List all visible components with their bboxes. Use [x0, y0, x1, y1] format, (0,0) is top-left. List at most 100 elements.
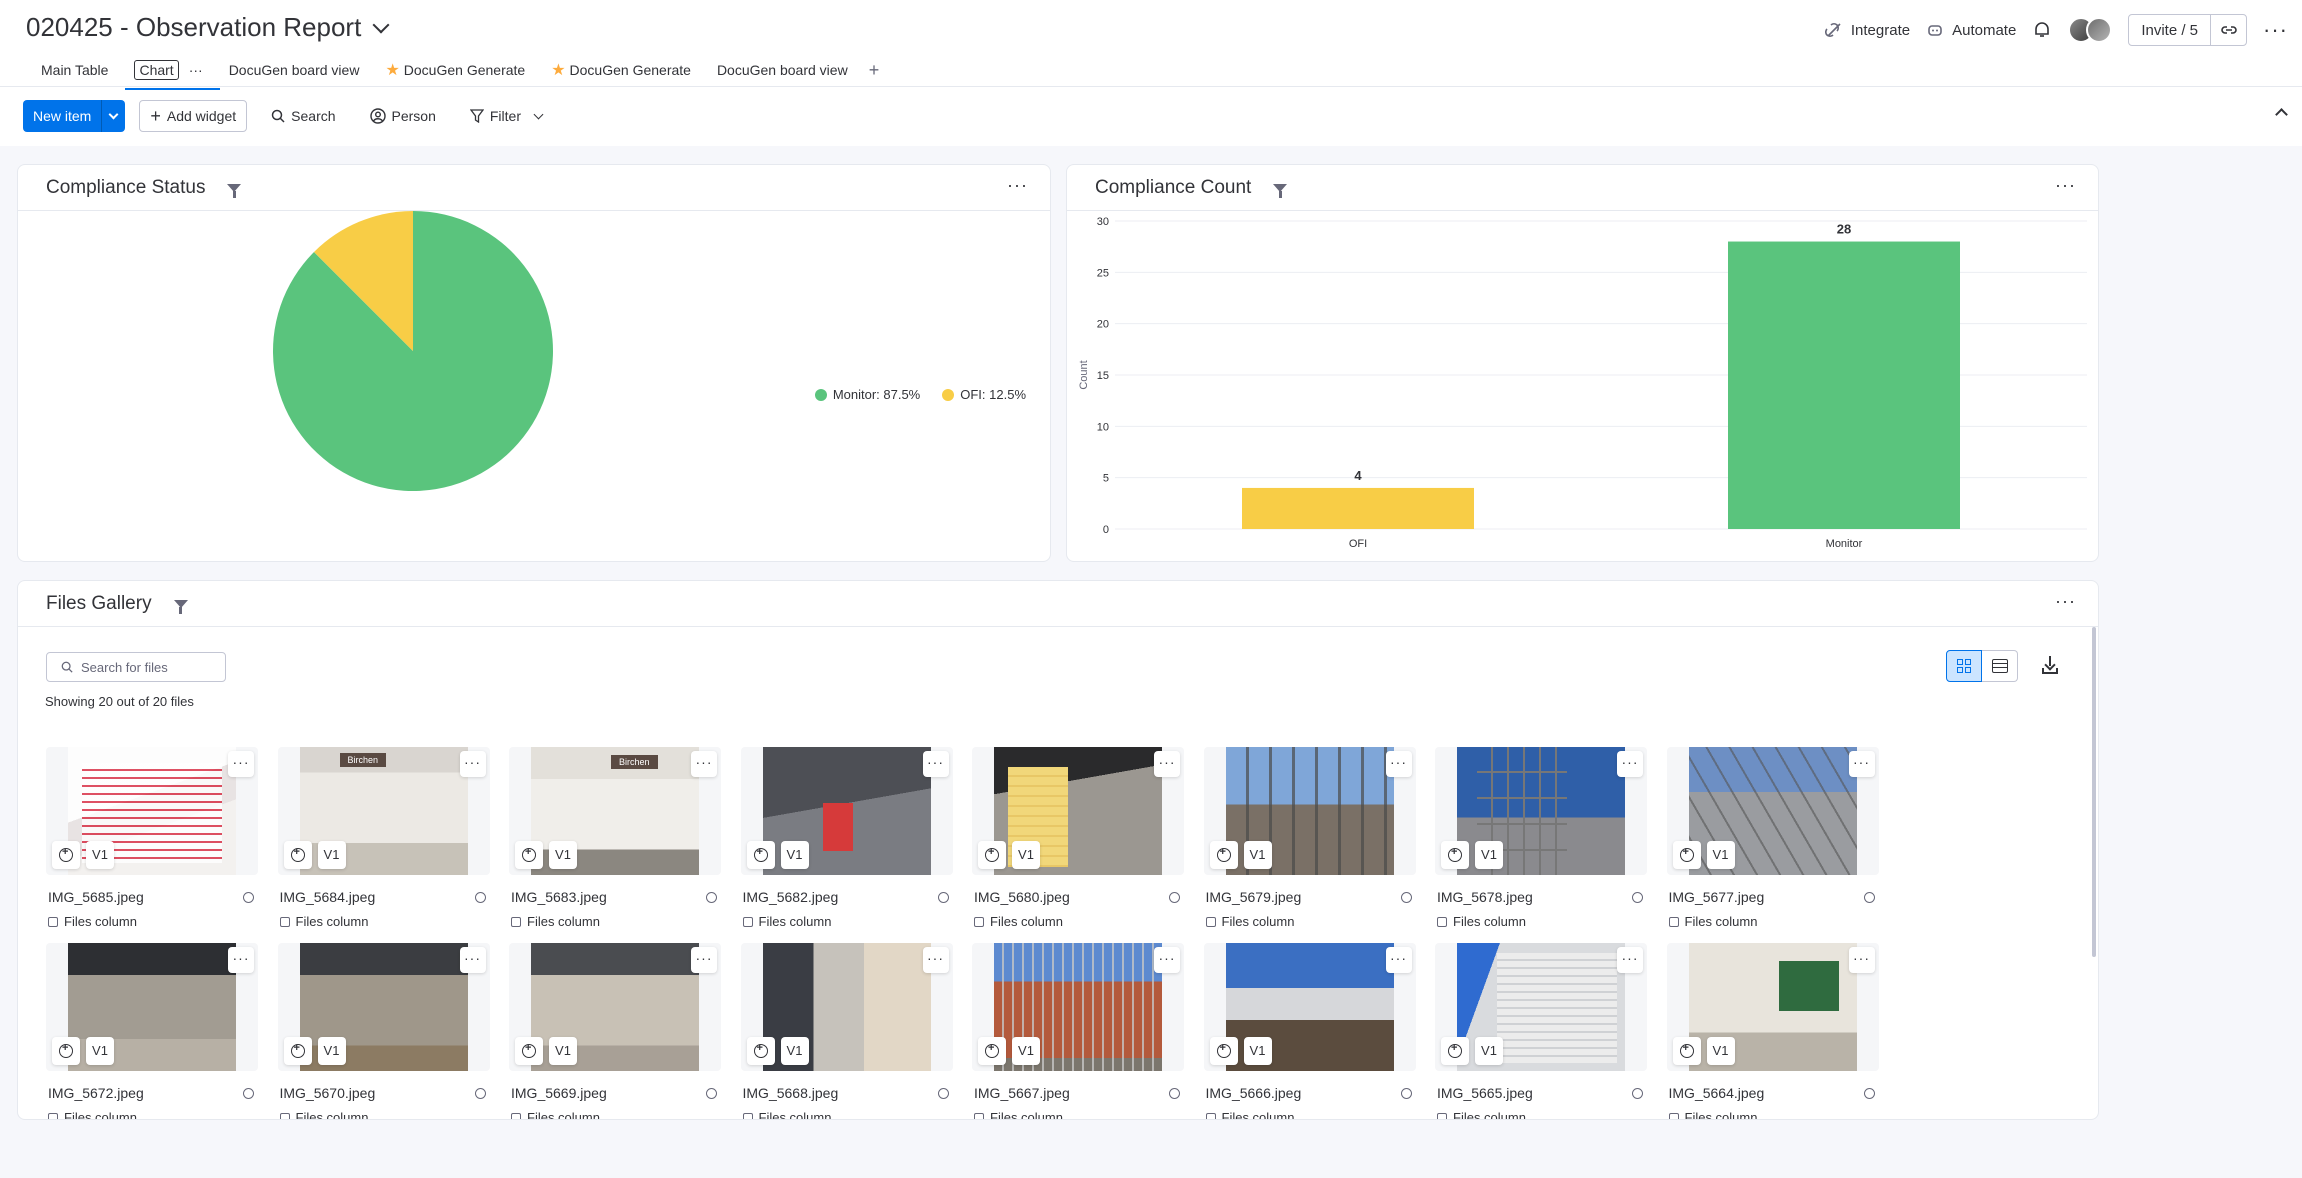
version-badge[interactable]: V1 [1012, 1037, 1040, 1065]
file-name[interactable]: IMG_5672.jpeg [48, 1085, 144, 1101]
file-card[interactable]: ··· V1 IMG_5680.jpeg Files column [972, 747, 1184, 941]
add-update-button[interactable] [978, 841, 1006, 869]
add-update-button[interactable] [283, 841, 312, 869]
file-thumbnail[interactable]: ··· V1 [46, 943, 258, 1071]
file-card[interactable]: ··· V1 IMG_5672.jpeg Files column [46, 943, 258, 1119]
version-badge[interactable]: V1 [317, 841, 346, 869]
file-name[interactable]: IMG_5684.jpeg [280, 889, 376, 905]
file-menu-icon[interactable]: ··· [922, 751, 949, 777]
clock-icon[interactable] [1169, 1088, 1180, 1099]
file-thumbnail[interactable]: ··· V1 [509, 747, 721, 875]
file-thumbnail[interactable]: ··· V1 [1203, 943, 1416, 1071]
add-update-button[interactable] [515, 841, 543, 869]
invite-button[interactable]: Invite / 5 [2128, 14, 2248, 46]
copy-link-button[interactable] [2210, 15, 2246, 45]
file-card[interactable]: ··· V1 IMG_5666.jpeg Files column [1203, 943, 1416, 1119]
clock-icon[interactable] [1632, 1088, 1643, 1099]
new-item-dropdown[interactable] [101, 100, 125, 132]
file-name[interactable]: IMG_5670.jpeg [280, 1085, 376, 1101]
file-menu-icon[interactable]: ··· [228, 947, 254, 973]
file-menu-icon[interactable]: ··· [1385, 947, 1412, 973]
file-name[interactable]: IMG_5678.jpeg [1437, 889, 1533, 905]
add-update-button[interactable] [52, 841, 80, 869]
scrollbar[interactable] [2092, 627, 2096, 957]
file-card[interactable]: ··· V1 IMG_5665.jpeg Files column [1435, 943, 1647, 1119]
board-menu-icon[interactable]: ··· [2263, 17, 2288, 43]
automate-button[interactable]: Automate [1926, 21, 2016, 39]
add-update-button[interactable] [1209, 841, 1238, 869]
list-view-button[interactable] [1982, 650, 2018, 682]
file-menu-icon[interactable]: ··· [1848, 947, 1875, 973]
file-menu-icon[interactable]: ··· [1617, 947, 1643, 973]
version-badge[interactable]: V1 [1243, 1037, 1272, 1065]
file-thumbnail[interactable]: ··· V1 [1203, 747, 1416, 875]
clock-icon[interactable] [1400, 1088, 1412, 1099]
add-update-button[interactable] [1441, 1037, 1469, 1065]
avatar[interactable] [2086, 17, 2113, 43]
file-thumbnail[interactable]: ··· V1 [1435, 943, 1647, 1071]
file-menu-icon[interactable]: ··· [1154, 947, 1180, 973]
clock-icon[interactable] [474, 892, 486, 903]
tab-docugen-generate-2[interactable]: ★ DocuGen Generate [538, 56, 704, 84]
version-badge[interactable]: V1 [780, 841, 809, 869]
tab-docugen-board-view[interactable]: DocuGen board view [216, 58, 373, 82]
add-view-icon[interactable]: + [861, 60, 888, 81]
board-members[interactable] [2068, 17, 2113, 43]
file-name[interactable]: IMG_5664.jpeg [1669, 1085, 1765, 1101]
file-menu-icon[interactable]: ··· [1848, 751, 1875, 777]
file-card[interactable]: ··· V1 IMG_5670.jpeg Files column [277, 943, 490, 1119]
clock-icon[interactable] [706, 1088, 717, 1099]
clock-icon[interactable] [474, 1088, 486, 1099]
file-thumbnail[interactable]: ··· V1 [277, 943, 490, 1071]
file-menu-icon[interactable]: ··· [459, 947, 486, 973]
clock-icon[interactable] [243, 1088, 254, 1099]
filter-icon[interactable] [227, 183, 242, 198]
file-name[interactable]: IMG_5669.jpeg [511, 1085, 607, 1101]
add-update-button[interactable] [515, 1037, 543, 1065]
download-icon[interactable] [2042, 656, 2058, 674]
file-card[interactable]: ··· V1 IMG_5679.jpeg Files column [1203, 747, 1416, 941]
bar-ofi[interactable] [1242, 487, 1474, 529]
tab-chart[interactable]: Chart ··· [121, 56, 220, 90]
clock-icon[interactable] [1863, 892, 1875, 903]
legend-item-ofi[interactable]: OFI: 12.5% [942, 387, 1026, 402]
clock-icon[interactable] [1169, 892, 1180, 903]
updates-icon[interactable] [2032, 20, 2052, 40]
add-update-button[interactable] [978, 1037, 1006, 1065]
version-badge[interactable]: V1 [780, 1037, 809, 1065]
file-thumbnail[interactable]: ··· V1 [740, 943, 953, 1071]
chevron-down-icon[interactable] [533, 109, 544, 119]
file-name[interactable]: IMG_5665.jpeg [1437, 1085, 1533, 1101]
file-name[interactable]: IMG_5668.jpeg [743, 1085, 839, 1101]
file-name[interactable]: IMG_5666.jpeg [1206, 1085, 1302, 1101]
clock-icon[interactable] [1863, 1088, 1875, 1099]
add-update-button[interactable] [1209, 1037, 1238, 1065]
file-card[interactable]: ··· V1 IMG_5667.jpeg Files column [972, 943, 1184, 1119]
file-thumbnail[interactable]: ··· V1 [1666, 943, 1879, 1071]
clock-icon[interactable] [706, 892, 717, 903]
version-badge[interactable]: V1 [1706, 1037, 1735, 1065]
file-name[interactable]: IMG_5682.jpeg [743, 889, 839, 905]
legend-item-monitor[interactable]: Monitor: 87.5% [814, 387, 920, 402]
new-item-button[interactable]: New item [23, 100, 126, 132]
file-thumbnail[interactable]: ··· V1 [1666, 747, 1879, 875]
version-badge[interactable]: V1 [86, 1037, 114, 1065]
add-update-button[interactable] [1441, 841, 1469, 869]
add-widget-button[interactable]: + Add widget [139, 100, 248, 132]
grid-view-button[interactable] [1946, 650, 1982, 682]
widget-menu-icon[interactable]: ··· [1007, 175, 1028, 196]
file-menu-icon[interactable]: ··· [228, 751, 254, 777]
file-card[interactable]: ··· V1 IMG_5664.jpeg Files column [1666, 943, 1879, 1119]
tab-options-icon[interactable]: ··· [189, 62, 203, 78]
files-search-input[interactable]: Search for files [46, 652, 226, 682]
version-badge[interactable]: V1 [1243, 841, 1272, 869]
filter-button[interactable]: Filter [460, 100, 552, 132]
file-thumbnail[interactable]: ··· V1 [972, 747, 1184, 875]
file-card[interactable]: ··· V1 IMG_5685.jpeg Files column [46, 747, 258, 941]
file-menu-icon[interactable]: ··· [691, 947, 717, 973]
widget-menu-icon[interactable]: ··· [2055, 591, 2076, 612]
add-update-button[interactable] [1672, 1037, 1701, 1065]
tab-docugen-board-view-2[interactable]: DocuGen board view [704, 58, 861, 82]
person-filter-button[interactable]: Person [360, 100, 446, 132]
add-update-button[interactable] [746, 1037, 775, 1065]
